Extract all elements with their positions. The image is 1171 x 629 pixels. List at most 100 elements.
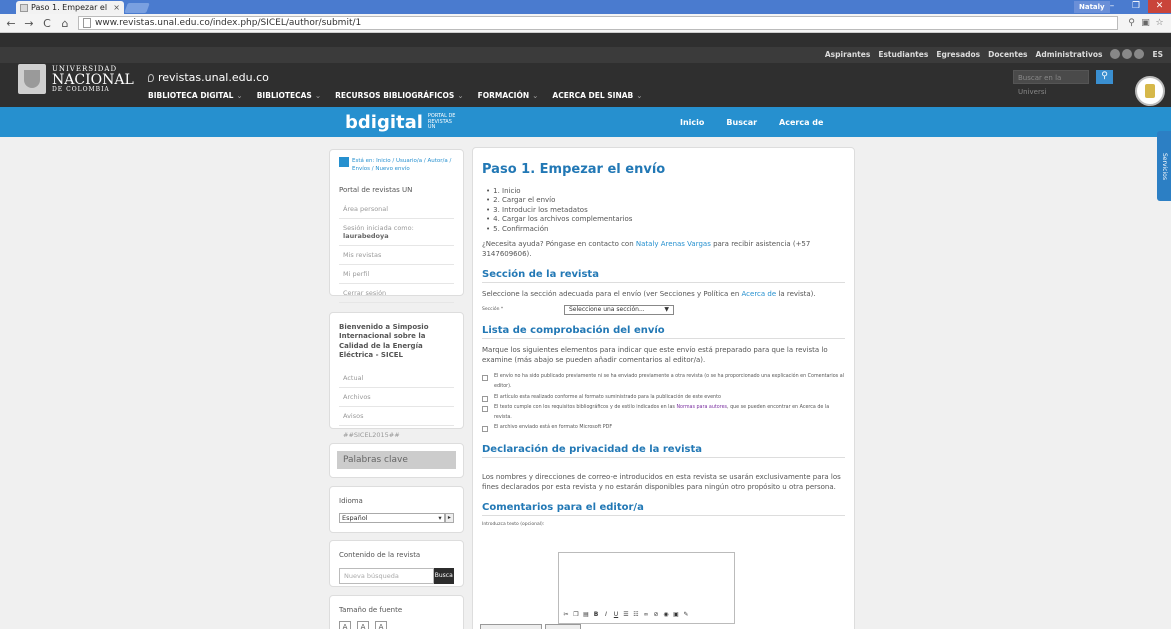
tab-close-icon[interactable]: × bbox=[113, 3, 120, 12]
image-icon[interactable]: ▣ bbox=[672, 611, 680, 619]
contenido-label: Contenido de la revista bbox=[339, 551, 421, 559]
bold-icon[interactable]: B bbox=[592, 611, 600, 619]
step-item: 4. Cargar los archivos complementarios bbox=[486, 215, 845, 224]
nav-acerca[interactable]: Acerca de bbox=[779, 118, 823, 127]
contact-link[interactable]: Nataly Arenas Vargas bbox=[636, 240, 711, 248]
privacy-text: Los nombres y direcciones de correo-e in… bbox=[482, 472, 841, 491]
sidebar-item-mis-revistas[interactable]: Mis revistas bbox=[339, 246, 454, 265]
search-icon[interactable]: ⚲ bbox=[1096, 70, 1113, 84]
journal-search-input[interactable]: Nueva búsqueda bbox=[339, 568, 434, 584]
maximize-icon[interactable]: ❐ bbox=[1124, 0, 1148, 13]
reload-icon[interactable]: C bbox=[42, 17, 52, 30]
unal-logo[interactable]: UNIVERSIDAD NACIONAL DE COLOMBIA bbox=[18, 64, 134, 94]
language-submit-button[interactable]: ▸ bbox=[444, 513, 454, 523]
checkbox[interactable] bbox=[482, 426, 488, 433]
unal-shield-icon bbox=[18, 64, 46, 94]
tab-title: Paso 1. Empezar el e bbox=[31, 3, 111, 12]
social-icon-3[interactable] bbox=[1134, 49, 1145, 59]
language-select[interactable]: Español ▾ bbox=[339, 513, 445, 523]
forward-arrow-icon[interactable]: → bbox=[24, 17, 34, 30]
font-small-icon[interactable]: A bbox=[339, 621, 351, 629]
breadcrumb-text[interactable]: Está en: Inicio / Usuario/a / Autor/a / … bbox=[352, 157, 454, 174]
social-icon-1[interactable] bbox=[1110, 49, 1121, 59]
menu-recursos[interactable]: RECURSOS BIBLIOGRÁFICOS ⌄ bbox=[335, 91, 463, 100]
numbered-list-icon[interactable]: ☷ bbox=[632, 611, 640, 619]
close-window-icon[interactable]: ✕ bbox=[1148, 0, 1171, 13]
bdigital-bar bbox=[0, 107, 1171, 137]
address-bar[interactable]: www.revistas.unal.edu.co/index.php/SICEL… bbox=[78, 16, 1118, 30]
font-size-box: Tamaño de fuente A A A bbox=[329, 595, 464, 629]
sidebar-item-sicel[interactable]: ##SICEL2015## bbox=[339, 426, 454, 445]
unlink-icon[interactable]: ⊘ bbox=[652, 611, 660, 619]
paste-icon[interactable]: ▤ bbox=[582, 611, 590, 619]
sidebar-item-avisos[interactable]: Avisos bbox=[339, 407, 454, 426]
font-large-icon[interactable]: A bbox=[375, 621, 387, 629]
back-arrow-icon[interactable]: ← bbox=[6, 17, 16, 30]
bottom-button-2[interactable] bbox=[545, 624, 581, 629]
dropdown-arrow-icon: ▾ bbox=[438, 514, 442, 522]
language-box: Idioma Español ▾ ▸ bbox=[329, 486, 464, 533]
dropdown-arrow-icon: ▼ bbox=[664, 306, 669, 314]
menu-biblioteca-digital[interactable]: BIBLIOTECA DIGITAL ⌄ bbox=[148, 91, 243, 100]
keywords-box: Palabras clave bbox=[329, 443, 464, 478]
chevron-down-icon: ⌄ bbox=[236, 91, 243, 100]
sidebar-item-actual[interactable]: Actual bbox=[339, 369, 454, 388]
services-tab[interactable]: Servicios bbox=[1157, 131, 1171, 201]
html-icon[interactable]: ◉ bbox=[662, 611, 670, 619]
sidebar-item-area-personal[interactable]: Área personal bbox=[339, 200, 454, 219]
fullscreen-icon[interactable]: ✎ bbox=[682, 611, 690, 619]
section-select[interactable]: Seleccione una sección... ▼ bbox=[564, 304, 674, 315]
sidebar-item-cerrar-sesion[interactable]: Cerrar sesión bbox=[339, 284, 454, 303]
nav-buscar[interactable]: Buscar bbox=[726, 118, 757, 127]
underline-icon[interactable]: U bbox=[612, 611, 620, 619]
editor-label: Introduzca texto (opcional): bbox=[482, 522, 545, 528]
link-docentes[interactable]: Docentes bbox=[988, 50, 1027, 59]
browser-tab[interactable]: Paso 1. Empezar el e × bbox=[16, 1, 124, 14]
menu-acerca-sinab[interactable]: ACERCA DEL SINAB ⌄ bbox=[552, 91, 642, 100]
link-icon[interactable]: ∞ bbox=[642, 611, 650, 619]
sidebar-item-archivos[interactable]: Archivos bbox=[339, 388, 454, 407]
section-label: Sección * bbox=[482, 307, 504, 313]
cut-icon[interactable]: ✂ bbox=[562, 611, 570, 619]
checkbox[interactable] bbox=[482, 405, 488, 412]
bookmark-star-icon[interactable]: ☆ bbox=[1154, 18, 1165, 29]
zoom-icon[interactable]: ⚲ bbox=[1126, 18, 1137, 29]
bottom-button-1[interactable] bbox=[480, 624, 542, 629]
language-selector[interactable]: ES bbox=[1152, 50, 1163, 59]
sidebar-item-mi-perfil[interactable]: Mi perfil bbox=[339, 265, 454, 284]
keywords-heading[interactable]: Palabras clave bbox=[337, 451, 456, 469]
bdigital-logo[interactable]: bdigital PORTAL DE REVISTAS UN bbox=[345, 112, 458, 133]
link-estudiantes[interactable]: Estudiantes bbox=[878, 50, 928, 59]
font-medium-icon[interactable]: A bbox=[357, 621, 369, 629]
page-title: Paso 1. Empezar el envío bbox=[482, 162, 666, 177]
welcome-heading: Bienvenido a Simposio Internacional sobr… bbox=[339, 323, 429, 360]
journal-search-button[interactable]: Busca bbox=[433, 568, 454, 584]
session-user: laurabedoya bbox=[343, 231, 389, 240]
about-link[interactable]: Acerca de bbox=[742, 290, 777, 298]
social-icon-2[interactable] bbox=[1122, 49, 1133, 59]
home-icon[interactable]: ⌂ bbox=[60, 17, 70, 30]
step-item: 3. Introducir los metadatos bbox=[486, 206, 845, 215]
new-tab-button[interactable] bbox=[124, 3, 150, 13]
link-aspirantes[interactable]: Aspirantes bbox=[825, 50, 870, 59]
minimize-icon[interactable]: – bbox=[1100, 0, 1124, 13]
link-egresados[interactable]: Egresados bbox=[936, 50, 980, 59]
extension-icon[interactable]: ▣ bbox=[1140, 18, 1151, 29]
menu-formacion[interactable]: FORMACIÓN ⌄ bbox=[478, 91, 539, 100]
menu-bibliotecas[interactable]: BIBLIOTECAS ⌄ bbox=[257, 91, 321, 100]
checklist-item: El archivo enviado está en formato Micro… bbox=[482, 423, 845, 433]
university-search-input[interactable]: Buscar en la Universi bbox=[1013, 70, 1089, 96]
privacy-heading: Declaración de privacidad de la revista bbox=[482, 444, 845, 458]
copy-icon[interactable]: ❐ bbox=[572, 611, 580, 619]
italic-icon[interactable]: I bbox=[602, 611, 610, 619]
bullet-list-icon[interactable]: ☰ bbox=[622, 611, 630, 619]
checkbox[interactable] bbox=[482, 374, 488, 381]
nav-inicio[interactable]: Inicio bbox=[680, 118, 704, 127]
author-guidelines-link[interactable]: Normas para autores bbox=[676, 405, 727, 410]
url-text: www.revistas.unal.edu.co/index.php/SICEL… bbox=[95, 18, 362, 28]
link-administrativos[interactable]: Administrativos bbox=[1036, 50, 1103, 59]
home-icon[interactable] bbox=[339, 157, 349, 167]
checkbox[interactable] bbox=[482, 395, 488, 402]
idioma-label: Idioma bbox=[339, 497, 363, 505]
site-title[interactable]: revistas.unal.edu.co bbox=[148, 71, 269, 84]
